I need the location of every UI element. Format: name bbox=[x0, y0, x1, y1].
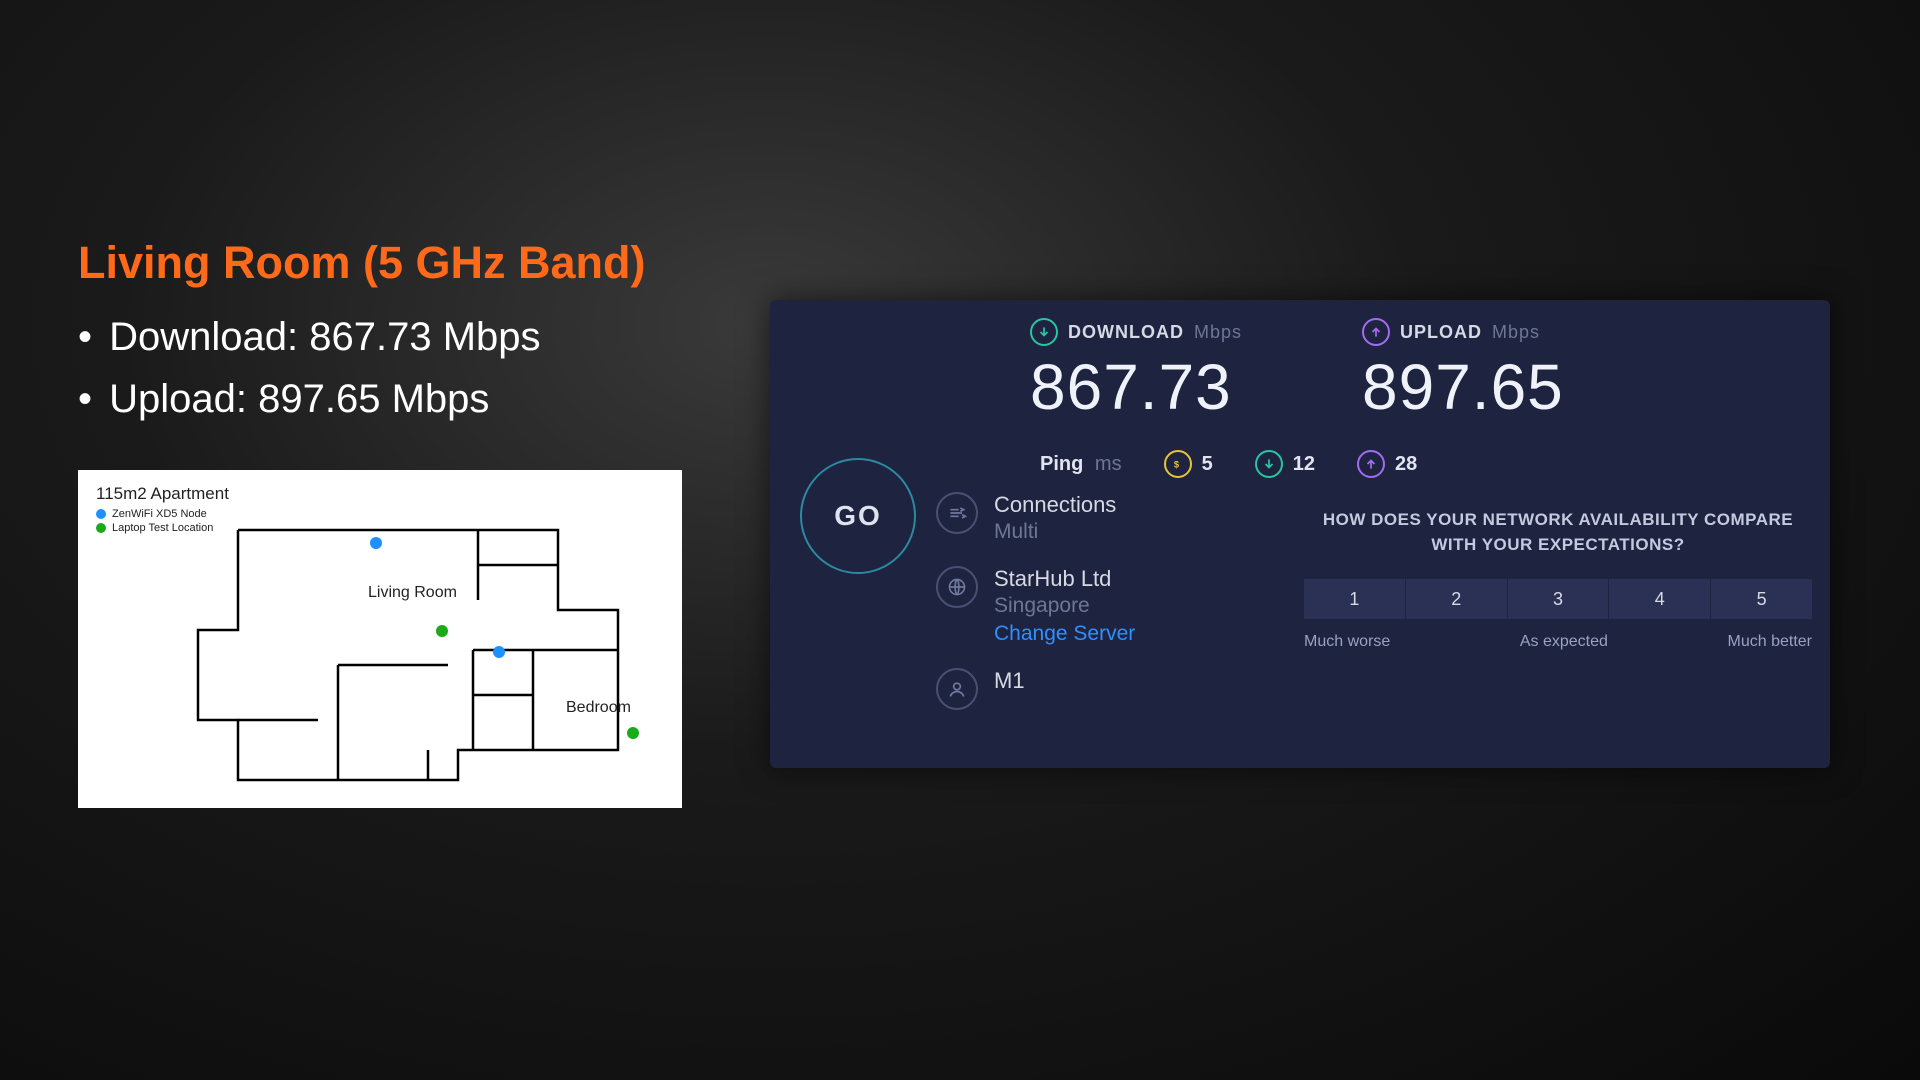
test-marker-living-icon bbox=[436, 625, 448, 637]
connections-icon bbox=[936, 492, 978, 534]
isp-name: M1 bbox=[994, 668, 1025, 694]
room-label-living: Living Room bbox=[368, 584, 457, 602]
ping-row: Ping ms $ 5 12 28 bbox=[1040, 450, 1417, 478]
ping-unit: ms bbox=[1095, 453, 1122, 475]
floorplan: 115m2 Apartment ZenWiFi XD5 Node Laptop … bbox=[78, 470, 682, 808]
survey-label-low: Much worse bbox=[1304, 633, 1390, 651]
download-icon bbox=[1030, 318, 1058, 346]
ping-idle-icon: $ bbox=[1164, 450, 1192, 478]
survey-label-high: Much better bbox=[1728, 633, 1812, 651]
upload-bullet: Upload: 897.65 Mbps bbox=[78, 368, 758, 430]
survey-option-5[interactable]: 5 bbox=[1711, 579, 1812, 619]
ping-label: Ping bbox=[1040, 453, 1083, 475]
survey-question: HOW DOES YOUR NETWORK AVAILABILITY COMPA… bbox=[1304, 508, 1812, 557]
connections-label: Connections bbox=[994, 492, 1116, 518]
svg-text:$: $ bbox=[1173, 460, 1179, 470]
ping-upload-value: 28 bbox=[1395, 453, 1417, 476]
survey: HOW DOES YOUR NETWORK AVAILABILITY COMPA… bbox=[1304, 508, 1812, 651]
isp-item: M1 bbox=[936, 668, 1135, 710]
upload-metric: UPLOAD Mbps 897.65 bbox=[1362, 318, 1564, 424]
download-label: DOWNLOAD bbox=[1068, 322, 1184, 343]
connections-value: Multi bbox=[994, 520, 1116, 544]
survey-scale: 1 2 3 4 5 bbox=[1304, 579, 1812, 619]
section-title: Living Room (5 GHz Band) bbox=[78, 238, 758, 288]
survey-label-mid: As expected bbox=[1520, 633, 1608, 651]
server-item: StarHub Ltd Singapore Change Server bbox=[936, 566, 1135, 646]
download-value: 867.73 bbox=[1030, 350, 1242, 424]
server-location: Singapore bbox=[994, 594, 1135, 618]
upload-value: 897.65 bbox=[1362, 350, 1564, 424]
globe-icon bbox=[936, 566, 978, 608]
speedtest-panel: DOWNLOAD Mbps 867.73 UPLOAD Mbps 897.65 … bbox=[770, 300, 1830, 768]
upload-label: UPLOAD bbox=[1400, 322, 1482, 343]
change-server-link[interactable]: Change Server bbox=[994, 622, 1135, 646]
go-button[interactable]: GO bbox=[800, 458, 916, 574]
results-bullets: Download: 867.73 Mbps Upload: 897.65 Mbp… bbox=[78, 306, 758, 430]
survey-option-2[interactable]: 2 bbox=[1406, 579, 1508, 619]
node-marker-icon bbox=[370, 537, 382, 549]
ping-idle-value: 5 bbox=[1202, 453, 1213, 476]
floorplan-walls-icon bbox=[138, 520, 638, 800]
download-bullet: Download: 867.73 Mbps bbox=[78, 306, 758, 368]
legend-dot-blue-icon bbox=[96, 509, 106, 519]
user-icon bbox=[936, 668, 978, 710]
test-marker-bedroom-icon bbox=[627, 727, 639, 739]
ping-download-icon bbox=[1255, 450, 1283, 478]
survey-option-1[interactable]: 1 bbox=[1304, 579, 1406, 619]
server-name: StarHub Ltd bbox=[994, 566, 1135, 592]
upload-unit: Mbps bbox=[1492, 322, 1540, 343]
legend-node-label: ZenWiFi XD5 Node bbox=[112, 508, 207, 520]
download-metric: DOWNLOAD Mbps 867.73 bbox=[1030, 318, 1242, 424]
ping-upload-icon bbox=[1357, 450, 1385, 478]
floorplan-title: 115m2 Apartment bbox=[96, 484, 229, 504]
legend-dot-green-icon bbox=[96, 523, 106, 533]
connections-item[interactable]: Connections Multi bbox=[936, 492, 1135, 544]
upload-icon bbox=[1362, 318, 1390, 346]
download-unit: Mbps bbox=[1194, 322, 1242, 343]
survey-option-3[interactable]: 3 bbox=[1508, 579, 1610, 619]
survey-option-4[interactable]: 4 bbox=[1609, 579, 1711, 619]
node-marker-icon bbox=[493, 646, 505, 658]
ping-download-value: 12 bbox=[1293, 453, 1315, 476]
room-label-bedroom: Bedroom bbox=[566, 699, 631, 717]
